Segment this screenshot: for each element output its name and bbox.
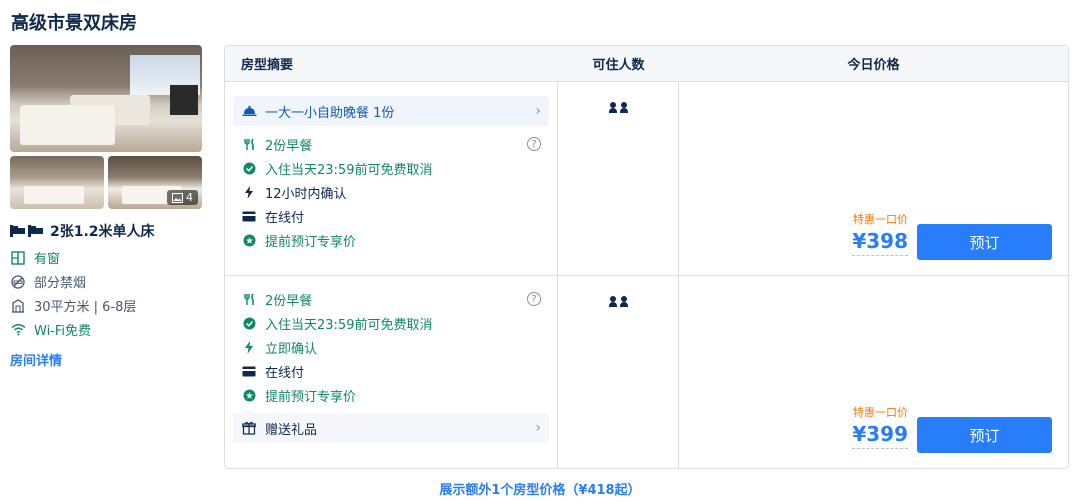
table-row: 2份早餐 ? 入住当天23:59前可免费取消 立即确认 在线付 提前预订专享价 … [225,276,1068,468]
rate-plan-table: 房型摘要 可住人数 今日价格 一大一小自助晚餐 1份 › 2份早餐 ? 入住当天… [224,45,1069,469]
policy-cancellation: 入住当天23:59前可免费取消 [233,311,549,335]
window-icon [10,250,26,266]
room-info-panel: 4 2张1.2米单人床 有窗 部分禁烟 30平方米 | 6-8层 Wi-Fi免费… [10,45,202,369]
occupancy-cell [558,82,679,275]
room-thumbnail-1[interactable] [10,156,104,209]
occupancy-cell [558,276,679,468]
two-adults-icon [608,296,628,468]
facility-area: 30平方米 | 6-8层 [10,297,202,315]
facility-wifi: Wi-Fi免费 [10,321,202,339]
book-button[interactable]: 预订 [917,417,1052,453]
facility-window: 有窗 [10,249,202,267]
room-thumbnail-2[interactable]: 4 [108,156,202,209]
lightning-icon [241,339,257,355]
price-cell: 特惠一口价 ¥399 预订 [679,276,1068,468]
policy-breakfast: 2份早餐 ? [233,132,549,156]
header-occupancy: 可住人数 [592,58,645,73]
wifi-icon [10,322,26,338]
rate-plan-summary: 2份早餐 ? 入住当天23:59前可免费取消 立即确认 在线付 提前预订专享价 … [225,276,558,468]
policy-breakfast: 2份早餐 ? [233,287,549,311]
breakfast-icon [241,291,257,307]
header-price: 今日价格 [847,58,900,73]
promo-tag: 特惠一口价 [853,213,908,226]
room-title: 高级市景双床房 [11,13,137,34]
dinner-cloche-icon [241,103,257,119]
bed-icon [10,223,44,239]
policy-confirmation: 12小时内确认 [233,180,549,204]
room-price: ¥399 [852,422,908,449]
image-icon [172,192,183,203]
two-adults-icon [608,102,628,275]
help-icon[interactable]: ? [527,137,541,151]
table-header: 房型摘要 可住人数 今日价格 [225,46,1068,82]
gift-icon [241,420,257,436]
card-icon [241,363,257,379]
table-row: 一大一小自助晚餐 1份 › 2份早餐 ? 入住当天23:59前可免费取消 12小… [225,82,1068,276]
promo-tag: 特惠一口价 [853,406,908,419]
book-button[interactable]: 预订 [917,224,1052,260]
lightning-icon [241,184,257,200]
room-price: ¥398 [852,229,908,256]
chevron-right-icon: › [535,103,541,119]
policy-cancellation: 入住当天23:59前可免费取消 [233,156,549,180]
bed-info: 2张1.2米单人床 [10,221,202,241]
meal-package-bar[interactable]: 一大一小自助晚餐 1份 › [233,96,549,126]
policy-confirmation: 立即确认 [233,335,549,359]
header-room-summary: 房型摘要 [241,58,294,73]
help-icon[interactable]: ? [527,292,541,306]
card-icon [241,208,257,224]
photo-count-badge: 4 [167,190,198,205]
star-badge-icon [241,387,257,403]
no-smoking-icon [10,274,26,290]
area-icon [10,298,26,314]
show-more-rooms-link[interactable]: 展示额外1个房型价格（¥418起） [0,479,1080,498]
policy-payment: 在线付 [233,204,549,228]
facility-smoking: 部分禁烟 [10,273,202,291]
policy-advance-price: 提前预订专享价 [233,228,549,252]
check-circle-icon [241,160,257,176]
rate-plan-summary: 一大一小自助晚餐 1份 › 2份早餐 ? 入住当天23:59前可免费取消 12小… [225,82,558,275]
chevron-right-icon: › [535,420,541,436]
policy-payment: 在线付 [233,359,549,383]
price-cell: 特惠一口价 ¥398 预订 [679,82,1068,275]
check-circle-icon [241,315,257,331]
room-details-link[interactable]: 房间详情 [10,350,202,369]
breakfast-icon [241,136,257,152]
room-main-photo[interactable] [10,45,202,152]
policy-advance-price: 提前预订专享价 [233,383,549,407]
gift-bar[interactable]: 赠送礼品 › [233,413,549,443]
star-badge-icon [241,232,257,248]
